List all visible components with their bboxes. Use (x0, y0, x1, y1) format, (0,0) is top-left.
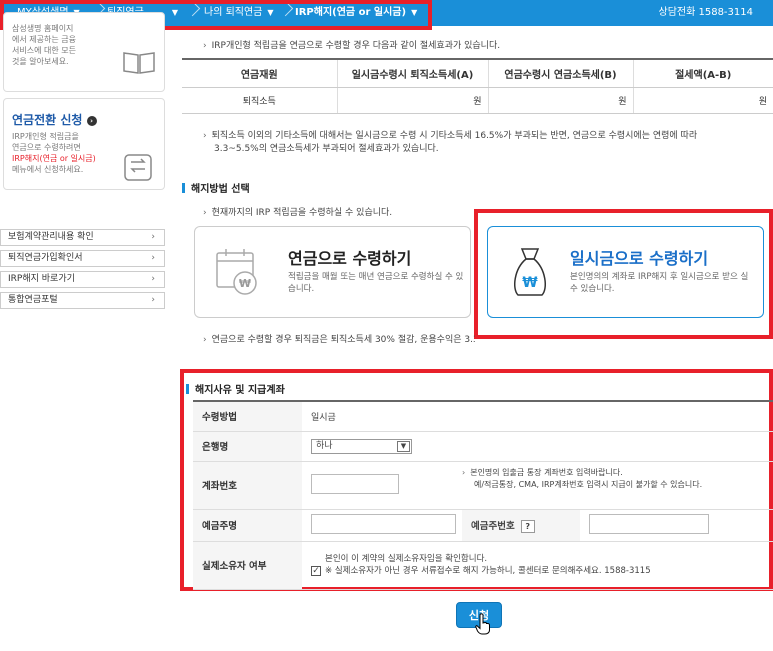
table-cell: 원 (336, 87, 488, 114)
pension-card-title: 연금으로 수령하기 (288, 249, 412, 268)
text-line: 것을 알아보세요. (12, 57, 69, 66)
svg-text:₩: ₩ (239, 277, 251, 290)
document-exchange-icon (124, 154, 152, 181)
title-label: 연금전환 신청 (12, 113, 83, 127)
book-icon (123, 52, 155, 74)
account-note-2: 예/적금통장, CMA, IRP계좌번호 입력시 지급이 불가할 수 있습니다. (474, 479, 703, 489)
hotline-text: 상담전화 1588-3114 (658, 7, 754, 18)
holder-number-label: 예금주번호 (471, 520, 515, 532)
account-note-1: 본인명의 입출금 통장 계좌번호 입력바랍니다. (462, 467, 773, 479)
help-button[interactable]: ? (520, 519, 535, 533)
text-line: 삼성생명 홈페이지 (12, 24, 74, 33)
text-line: 에서 제공하는 금융 (12, 35, 76, 44)
section-title-reason-account: 해지사유 및 지급계좌 (186, 381, 285, 396)
form-row-bank: 은행명 하나 ▼ (193, 431, 773, 462)
sidebar-menu-pension-portal[interactable]: 통합연금포털 › (0, 292, 165, 309)
menu-label: IRP해지 바로가기 (8, 274, 75, 284)
table-cell: 퇴직소득 (182, 87, 337, 114)
sidebar-pension-conversion-box[interactable]: 연금전환 신청 › IRP개인형 적립금을 연금으로 수령하려면 IRP해지(연… (3, 98, 165, 190)
sidebar-info-box: 삼성생명 홈페이지 에서 제공하는 금융 서비스에 대한 모든 것을 알아보세요… (3, 12, 165, 92)
sidebar-info-text: 삼성생명 홈페이지 에서 제공하는 금융 서비스에 대한 모든 것을 알아보세요… (12, 23, 76, 67)
intro-text: IRP개인형 적립금을 연금으로 수령할 경우 다음과 같이 절세효과가 있습니… (203, 38, 500, 51)
tax-note-line2: 3.3~5.5%의 연금소득세가 부과되어 절세효과가 있습니다. (214, 144, 439, 154)
account-number-input[interactable] (311, 473, 399, 494)
sidebar-menu-enrollment-certificate[interactable]: 퇴직연금가입확인서 › (0, 250, 165, 267)
column-header: 절세액(A-B) (632, 58, 773, 88)
chevron-down-icon: ▼ (397, 440, 410, 452)
form-label: 은행명 (193, 431, 302, 462)
text-line-red: IRP해지(연금 or 일시금) (12, 154, 96, 163)
chevron-right-icon: › (151, 274, 155, 284)
table-row: 퇴직소득 원 원 원 (182, 87, 773, 114)
owner-note: ※ 실제소유자가 아닌 경우 서류접수로 해지 가능하니, 콜센터로 문의해주세… (325, 566, 651, 576)
form-row-holder: 예금주명 예금주번호? (193, 509, 773, 542)
form-cell: 예금주번호? (462, 509, 580, 542)
bank-select[interactable]: 하나 ▼ (311, 438, 412, 454)
hand-cursor-icon (475, 613, 490, 635)
form-cell: 하나 ▼ (302, 431, 773, 462)
sidebar-menu-contract-check[interactable]: 보험계약관리내용 확인 › (0, 229, 165, 246)
menu-label: 퇴직연금가입확인서 (8, 253, 83, 263)
form-label: 계좌번호 (193, 461, 302, 510)
pension-card-desc: 적립금을 매월 또는 매년 연금으로 수령하실 수 있습니다. (288, 272, 464, 294)
holder-number-input[interactable] (589, 513, 709, 534)
highlight-lump-sum-box (474, 209, 773, 339)
chevron-right-icon: › (151, 295, 155, 305)
bank-select-value: 하나 (316, 440, 333, 451)
form-label: 예금주명 (193, 509, 302, 542)
form-label: 실제소유자 여부 (193, 541, 302, 590)
form-cell (302, 509, 462, 542)
payout-form-table: 수령방법 일시금 은행명 하나 ▼ 계좌번호 본인명의 입출금 통장 계좌번호 입… (193, 400, 773, 590)
pension-conversion-title[interactable]: 연금전환 신청 › (12, 111, 97, 128)
owner-check-text: 본인이 이 계약의 실제소유자임을 확인합니다. (325, 554, 488, 564)
form-row-account: 계좌번호 본인명의 입출금 통장 계좌번호 입력바랍니다. 예/적금통장, CM… (193, 461, 773, 510)
form-label: 수령방법 (193, 401, 302, 432)
menu-label: 통합연금포털 (8, 295, 58, 305)
text-line: 연금으로 수령하려면 (12, 143, 81, 152)
owner-checkbox[interactable]: ✓ (311, 565, 321, 576)
pension-conversion-text: IRP개인형 적립금을 연금으로 수령하려면 IRP해지(연금 or 일시금) … (12, 131, 96, 175)
tax-note-line1: 퇴직소득 이외의 기타소득에 대해서는 일시금으로 수령 시 기타소득세 16.… (203, 128, 698, 141)
form-row-owner: 실제소유자 여부 본인이 이 계약의 실제소유자임을 확인합니다. ✓ ※ 실제소… (193, 541, 773, 590)
sidebar-menu-irp-shortcut[interactable]: IRP해지 바로가기 › (0, 271, 165, 288)
calendar-won-icon: ₩ (216, 249, 257, 295)
column-header: 연금수령시 연금소득세(B) (487, 58, 633, 88)
table-cell: 원 (487, 87, 633, 114)
pension-benefit-note: 연금으로 수령할 경우 퇴직금은 퇴직소득세 30% 절감, 운용수익은 3.3… (203, 332, 475, 345)
text-line: 메뉴에서 신청하세요. (12, 165, 84, 174)
method-value: 일시금 (302, 401, 773, 432)
form-cell: 본인이 이 계약의 실제소유자임을 확인합니다. ✓ ※ 실제소유자가 아닌 경우… (302, 541, 773, 590)
column-header: 연금재원 (182, 58, 337, 88)
section-title-cancel-method: 해지방법 선택 (182, 180, 250, 195)
tax-comparison-table: 연금재원 일시금수령시 퇴직소득세(A) 연금수령시 연금소득세(B) 절세액(… (182, 58, 773, 114)
section-desc: 현재까지의 IRP 적립금을 수령하실 수 있습니다. (203, 205, 393, 218)
account-holder-input[interactable] (311, 513, 456, 534)
menu-label: 보험계약관리내용 확인 (8, 232, 94, 242)
text-line: IRP개인형 적립금을 (12, 132, 79, 141)
chevron-right-icon: › (151, 232, 155, 242)
form-cell: 본인명의 입출금 통장 계좌번호 입력바랍니다. 예/적금통장, CMA, IR… (462, 461, 773, 510)
text-line: 서비스에 대한 모든 (12, 46, 76, 55)
form-row-method: 수령방법 일시금 (193, 401, 773, 432)
form-cell (302, 461, 462, 510)
table-header-row: 연금재원 일시금수령시 퇴직소득세(A) 연금수령시 연금소득세(B) 절세액(… (182, 58, 773, 88)
table-cell: 원 (632, 87, 773, 114)
column-header: 일시금수령시 퇴직소득세(A) (336, 58, 488, 88)
receive-as-pension-card[interactable]: ₩ 연금으로 수령하기 적립금을 매월 또는 매년 연금으로 수령하실 수 있습… (194, 226, 471, 318)
owner-note-line: ✓ ※ 실제소유자가 아닌 경우 서류접수로 해지 가능하니, 콜센터로 문의해주… (311, 565, 773, 577)
chevron-right-icon: › (151, 253, 155, 263)
arrow-right-icon: › (86, 115, 97, 126)
form-cell (580, 509, 773, 542)
